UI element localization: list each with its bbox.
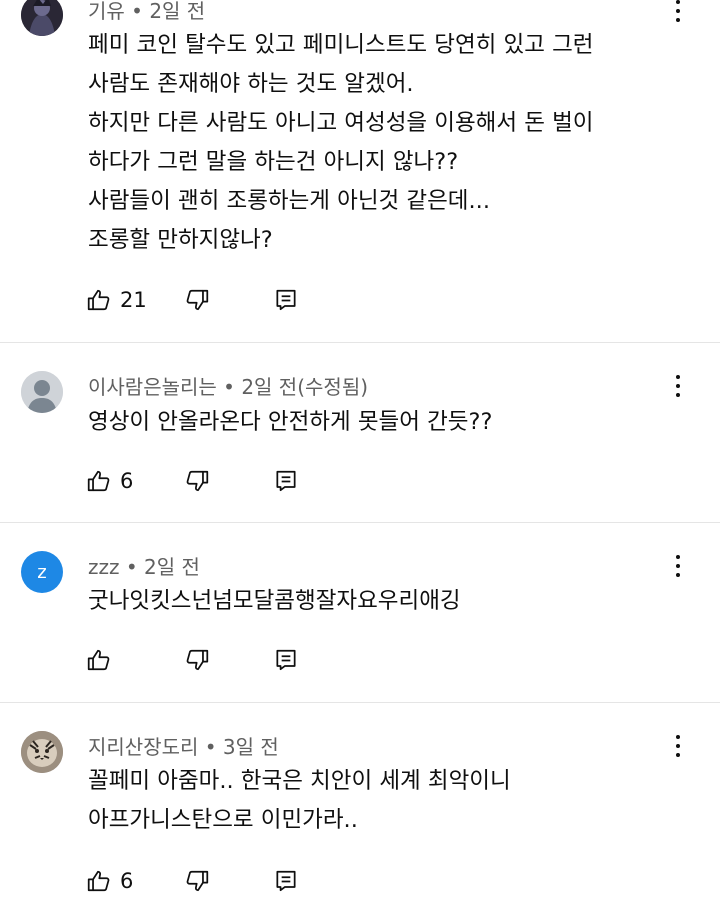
like-button[interactable]: 6 [86, 466, 133, 496]
timestamp: 2일 전 [149, 0, 206, 23]
divider [0, 522, 720, 523]
reply-comment-icon [276, 289, 296, 311]
more-options-button[interactable] [666, 369, 690, 403]
dislike-button[interactable] [184, 466, 210, 496]
comment-text: 꼴페미 아줌마.. 한국은 치안이 세계 최악이니 아프가니스탄으로 이민가라.… [88, 762, 688, 840]
comment-header: 지리산장도리 • 3일 전 [88, 731, 279, 760]
separator-dot: • [204, 735, 223, 759]
author-name[interactable]: 이사람은놀리는 [88, 375, 217, 399]
separator-dot: • [131, 0, 150, 23]
reply-button[interactable] [273, 466, 299, 496]
avatar[interactable]: z [21, 551, 63, 593]
thumbs-up-icon [87, 470, 110, 492]
author-name[interactable]: 지리산장도리 [88, 735, 198, 759]
comment-line: 사람들이 괜히 조롱하는게 아닌것 같은데... [88, 188, 490, 214]
separator-dot: • [223, 375, 242, 399]
thumbs-down-icon [186, 470, 209, 492]
comment-text: 굿나잇킷스넌넘모달콤행잘자요우리애깅 [88, 582, 688, 621]
divider [0, 342, 720, 343]
thumbs-down-icon [186, 870, 209, 892]
like-count: 6 [120, 469, 134, 493]
comment-text: 영상이 안올라온다 안전하게 못들어 간듯?? [88, 403, 688, 442]
comment-header: 기유 • 2일 전 [88, 0, 205, 24]
reply-button[interactable] [273, 285, 299, 315]
thumbs-down-icon [186, 649, 209, 671]
divider [0, 702, 720, 703]
comment-line: 영상이 안올라온다 안전하게 못들어 간듯?? [88, 409, 493, 435]
more-vertical-icon [676, 555, 680, 559]
more-vertical-icon [676, 735, 680, 739]
comment-line: 아프가니스탄으로 이민가라.. [88, 807, 358, 833]
dislike-button[interactable] [184, 645, 210, 675]
timestamp: 2일 전(수정됨) [241, 375, 369, 399]
like-button[interactable]: 21 [86, 285, 147, 315]
like-count: 21 [120, 288, 147, 312]
thumbs-up-icon [87, 289, 110, 311]
comment-line: 사람도 존재해야 하는 것도 알겠어. [88, 71, 414, 97]
reply-comment-icon [276, 870, 296, 892]
avatar[interactable] [21, 731, 63, 773]
avatar[interactable] [21, 0, 63, 36]
author-name[interactable]: 기유 [88, 0, 125, 23]
reply-button[interactable] [273, 645, 299, 675]
more-options-button[interactable] [666, 549, 690, 583]
thumbs-up-icon [87, 870, 110, 892]
author-name[interactable]: zzz [88, 555, 120, 579]
comment-line: 굿나잇킷스넌넘모달콤행잘자요우리애깅 [88, 588, 461, 614]
timestamp: 3일 전 [222, 735, 279, 759]
reply-comment-icon [276, 470, 296, 492]
more-options-button[interactable] [666, 0, 690, 28]
dislike-button[interactable] [184, 285, 210, 315]
like-button[interactable]: 6 [86, 866, 133, 896]
comment-line: 조롱할 만하지않나? [88, 227, 273, 253]
comment-text: 페미 코인 탈수도 있고 페미니스트도 당연히 있고 그런 사람도 존재해야 하… [88, 26, 688, 260]
dislike-button[interactable] [184, 866, 210, 896]
comment-header: 이사람은놀리는 • 2일 전(수정됨) [88, 371, 368, 400]
timestamp: 2일 전 [144, 555, 200, 579]
more-options-button[interactable] [666, 729, 690, 763]
comment-line: 페미 코인 탈수도 있고 페미니스트도 당연히 있고 그런 [88, 32, 594, 58]
like-button[interactable] [86, 645, 120, 675]
comment-header: zzz • 2일 전 [88, 551, 200, 580]
comment-line: 하지만 다른 사람도 아니고 여성성을 이용해서 돈 벌이 [88, 110, 594, 136]
reply-button[interactable] [273, 866, 299, 896]
reply-comment-icon [276, 649, 296, 671]
like-count: 6 [120, 869, 134, 893]
thumbs-down-icon [186, 289, 209, 311]
avatar-letter: z [37, 561, 47, 583]
more-vertical-icon [676, 0, 680, 4]
thumbs-up-icon [87, 649, 110, 671]
avatar[interactable] [21, 371, 63, 413]
comment-line: 꼴페미 아줌마.. 한국은 치안이 세계 최악이니 [88, 768, 511, 794]
comment-line: 하다가 그런 말을 하는건 아니지 않나?? [88, 149, 459, 175]
separator-dot: • [125, 555, 145, 579]
more-vertical-icon [676, 375, 680, 379]
